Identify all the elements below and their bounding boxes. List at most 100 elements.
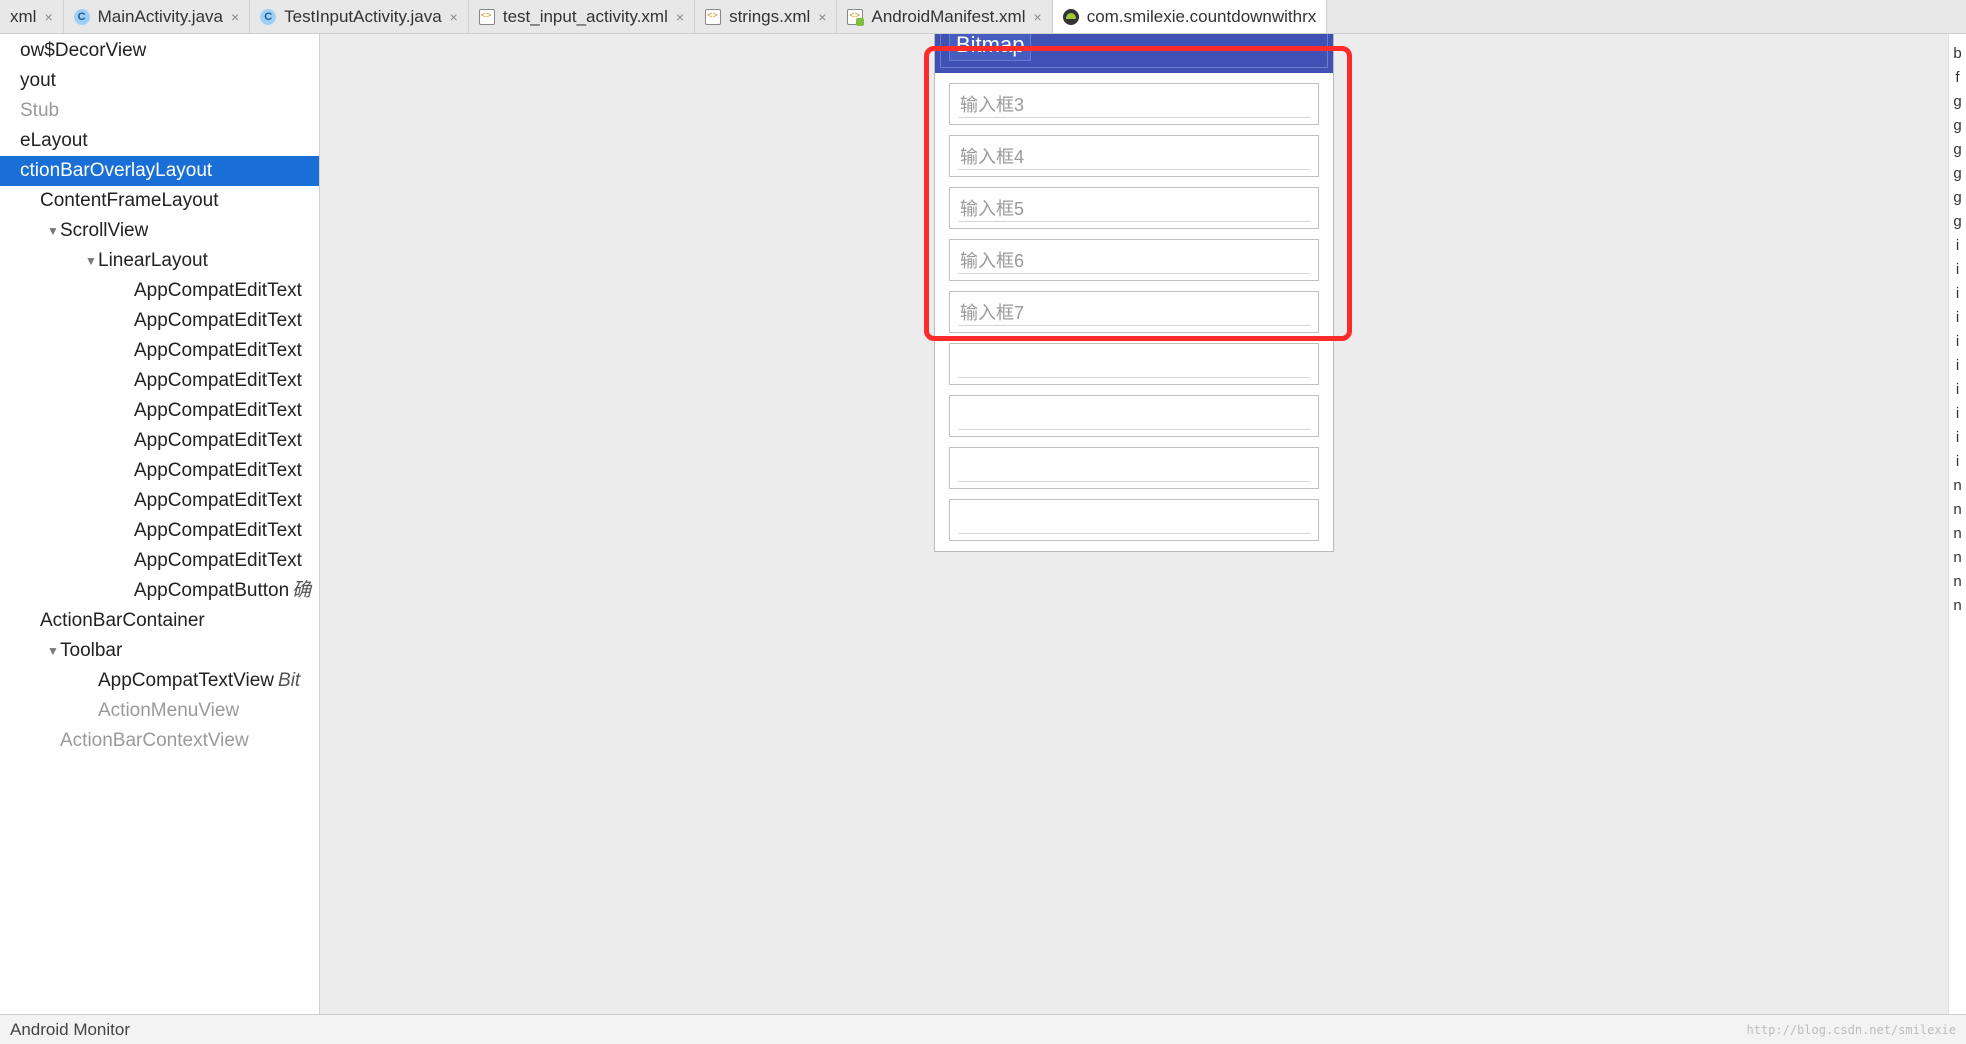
editor-tab-label: MainActivity.java bbox=[98, 7, 223, 27]
statusbar-tool-label[interactable]: Android Monitor bbox=[10, 1020, 130, 1040]
gutter-char: g bbox=[1949, 210, 1966, 234]
expander-icon[interactable]: ▼ bbox=[84, 246, 98, 276]
tree-row[interactable]: AppCompatEditText bbox=[0, 336, 319, 366]
close-icon[interactable]: × bbox=[818, 9, 826, 25]
tree-node-label: AppCompatEditText bbox=[134, 276, 302, 306]
editor-tab-label: xml bbox=[10, 7, 36, 27]
tree-row[interactable]: ▼Toolbar bbox=[0, 636, 319, 666]
tree-row[interactable]: AppCompatEditText bbox=[0, 276, 319, 306]
tree-row[interactable]: AppCompatEditText bbox=[0, 366, 319, 396]
editor-tab-label: com.smilexie.countdownwithrx bbox=[1087, 7, 1317, 27]
tree-node-extra: Bit bbox=[278, 666, 300, 696]
editor-tab[interactable]: xml × bbox=[0, 0, 64, 33]
tree-node-label: AppCompatEditText bbox=[134, 426, 302, 456]
gutter-char: n bbox=[1949, 570, 1966, 594]
tree-row[interactable]: yout bbox=[0, 66, 319, 96]
expander-icon[interactable]: ▼ bbox=[46, 216, 60, 246]
preview-actionbar-title[interactable]: Bitmap bbox=[949, 34, 1031, 61]
gutter-char: i bbox=[1949, 354, 1966, 378]
editor-tab-label: AndroidManifest.xml bbox=[871, 7, 1025, 27]
tree-row[interactable]: AppCompatEditText bbox=[0, 396, 319, 426]
editor-tab[interactable]: CMainActivity.java× bbox=[64, 0, 251, 33]
tree-row[interactable]: eLayout bbox=[0, 126, 319, 156]
tree-row[interactable]: AppCompatEditText bbox=[0, 426, 319, 456]
workarea: ow$DecorViewyoutStubeLayoutctionBarOverl… bbox=[0, 34, 1966, 1014]
preview-edittext[interactable]: 输入框5 bbox=[949, 187, 1319, 229]
component-tree-panel: ow$DecorViewyoutStubeLayoutctionBarOverl… bbox=[0, 34, 320, 1014]
tree-node-label: yout bbox=[20, 66, 56, 96]
tree-row[interactable]: ContentFrameLayout bbox=[0, 186, 319, 216]
tree-row[interactable]: AppCompatEditText bbox=[0, 456, 319, 486]
gutter-char: g bbox=[1949, 138, 1966, 162]
tree-node-label: AppCompatButton bbox=[134, 576, 288, 606]
tree-node-label: AppCompatEditText bbox=[134, 396, 302, 426]
editor-tab[interactable]: test_input_activity.xml× bbox=[469, 0, 695, 33]
tree-row[interactable]: ActionBarContextView bbox=[0, 726, 319, 756]
editor-tab-label: strings.xml bbox=[729, 7, 810, 27]
close-icon[interactable]: × bbox=[1034, 9, 1042, 25]
editor-tab[interactable]: CTestInputActivity.java× bbox=[250, 0, 469, 33]
preview-edittext[interactable] bbox=[949, 395, 1319, 437]
gutter-char: b bbox=[1949, 42, 1966, 66]
tree-row[interactable]: ow$DecorView bbox=[0, 36, 319, 66]
tree-node-extra: 确 bbox=[292, 576, 311, 606]
tree-node-label: ActionMenuView bbox=[98, 696, 239, 726]
gutter-char: i bbox=[1949, 402, 1966, 426]
tree-row[interactable]: ActionBarContainer bbox=[0, 606, 319, 636]
preview-edittext[interactable]: 输入框7 bbox=[949, 291, 1319, 333]
gutter-char: i bbox=[1949, 378, 1966, 402]
close-icon[interactable]: × bbox=[231, 9, 239, 25]
tree-row[interactable]: ctionBarOverlayLayout bbox=[0, 156, 319, 186]
gutter-char: f bbox=[1949, 66, 1966, 90]
close-icon[interactable]: × bbox=[44, 9, 52, 25]
preview-edittext[interactable] bbox=[949, 499, 1319, 541]
tree-row[interactable]: AppCompatEditText bbox=[0, 306, 319, 336]
preview-edittext[interactable]: 输入框4 bbox=[949, 135, 1319, 177]
preview-actionbar[interactable]: Bitmap bbox=[935, 34, 1333, 73]
android-icon bbox=[1063, 9, 1079, 25]
tree-node-label: Toolbar bbox=[60, 636, 122, 666]
gutter-char: i bbox=[1949, 330, 1966, 354]
tree-node-label: AppCompatEditText bbox=[134, 306, 302, 336]
editor-tab[interactable]: AndroidManifest.xml × bbox=[837, 0, 1052, 33]
gutter-char: g bbox=[1949, 186, 1966, 210]
gutter-char: g bbox=[1949, 162, 1966, 186]
tree-row[interactable]: AppCompatEditText bbox=[0, 486, 319, 516]
tree-row[interactable]: AppCompatEditText bbox=[0, 516, 319, 546]
tree-node-label: Stub bbox=[20, 96, 59, 126]
expander-icon[interactable]: ▼ bbox=[46, 636, 60, 666]
tree-row[interactable]: AppCompatTextViewBit bbox=[0, 666, 319, 696]
tree-row[interactable]: AppCompatEditText bbox=[0, 546, 319, 576]
gutter-char: n bbox=[1949, 522, 1966, 546]
tree-row[interactable]: ▼LinearLayout bbox=[0, 246, 319, 276]
tree-node-label: AppCompatEditText bbox=[134, 546, 302, 576]
tree-row[interactable]: ▼ScrollView bbox=[0, 216, 319, 246]
preview-edittext[interactable] bbox=[949, 447, 1319, 489]
gutter-char: n bbox=[1949, 594, 1966, 618]
editor-tab[interactable]: strings.xml × bbox=[695, 0, 837, 33]
gutter-char: i bbox=[1949, 426, 1966, 450]
close-icon[interactable]: × bbox=[450, 9, 458, 25]
tree-node-label: ActionBarContextView bbox=[60, 726, 249, 756]
tree-node-label: ContentFrameLayout bbox=[40, 186, 219, 216]
editor-tab-label: TestInputActivity.java bbox=[284, 7, 441, 27]
tree-node-label: AppCompatEditText bbox=[134, 366, 302, 396]
close-icon[interactable]: × bbox=[676, 9, 684, 25]
editor-tab[interactable]: com.smilexie.countdownwithrx bbox=[1053, 0, 1328, 33]
statusbar: Android Monitor http://blog.csdn.net/smi… bbox=[0, 1014, 1966, 1044]
editor-tabstrip: xml×CMainActivity.java×CTestInputActivit… bbox=[0, 0, 1966, 34]
tree-node-label: AppCompatTextView bbox=[98, 666, 274, 696]
tree-node-label: ow$DecorView bbox=[20, 36, 146, 66]
tree-row[interactable]: ActionMenuView bbox=[0, 696, 319, 726]
preview-edittext[interactable]: 输入框6 bbox=[949, 239, 1319, 281]
preview-edittext[interactable]: 输入框3 bbox=[949, 83, 1319, 125]
preview-edittext[interactable] bbox=[949, 343, 1319, 385]
gutter-char: n bbox=[1949, 546, 1966, 570]
xml-file-icon bbox=[705, 9, 721, 25]
gutter-char: i bbox=[1949, 258, 1966, 282]
layout-canvas: Bitmap 输入框3 输入框4 输入框5 输入框6 输入框7 bbox=[320, 34, 1948, 1014]
tree-row[interactable]: AppCompatButton确 bbox=[0, 576, 319, 606]
tree-row[interactable]: Stub bbox=[0, 96, 319, 126]
manifest-file-icon bbox=[847, 9, 863, 25]
statusbar-watermark: http://blog.csdn.net/smilexie bbox=[1746, 1023, 1956, 1037]
